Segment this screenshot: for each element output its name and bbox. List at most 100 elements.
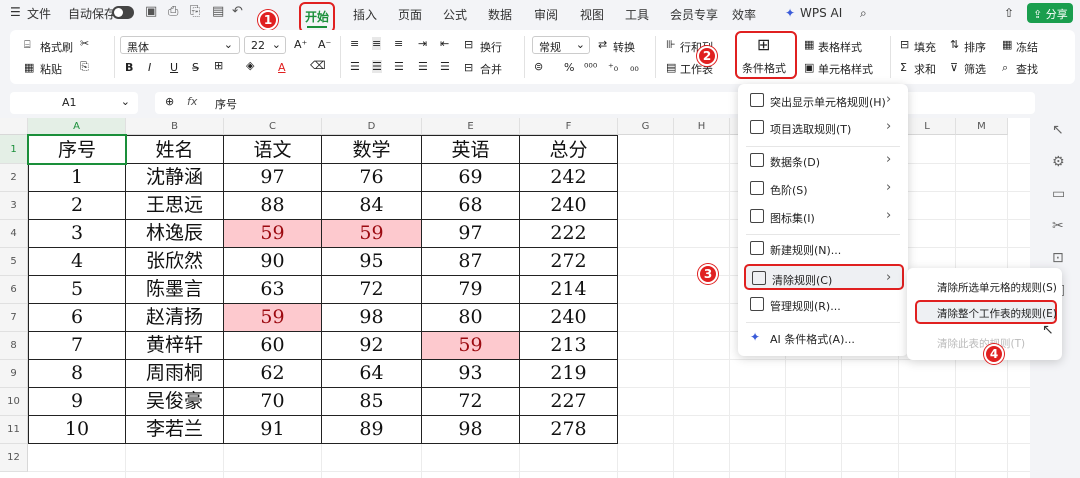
data-cell[interactable]: 59 <box>224 220 322 248</box>
fx-label[interactable]: fx <box>187 95 197 108</box>
data-cell[interactable]: 70 <box>224 388 322 416</box>
tab-tools[interactable]: 工具 <box>625 6 649 23</box>
align-bottom-icon[interactable]: ≡ <box>394 37 403 50</box>
data-cell[interactable]: 242 <box>520 164 618 192</box>
column-header[interactable]: M <box>956 118 1008 135</box>
sort-button[interactable]: 排序 <box>964 39 986 55</box>
data-cell[interactable]: 64 <box>322 360 422 388</box>
data-cell[interactable]: 76 <box>322 164 422 192</box>
row-header[interactable]: 12 <box>0 444 28 472</box>
cell-reference-box[interactable]: A1 ⌄ <box>10 92 138 114</box>
column-header[interactable]: A <box>28 118 126 135</box>
row-header[interactable]: 5 <box>0 248 28 276</box>
data-cell[interactable]: 68 <box>422 192 520 220</box>
file-menu[interactable]: 文件 <box>27 5 51 22</box>
search-icon[interactable]: ⌕ <box>860 6 867 21</box>
freeze-button[interactable]: 冻结 <box>1016 39 1038 55</box>
data-cell[interactable]: 63 <box>224 276 322 304</box>
row-header[interactable]: 8 <box>0 332 28 360</box>
data-cell[interactable]: 97 <box>224 164 322 192</box>
corner-cell[interactable] <box>0 118 28 135</box>
data-cell[interactable]: 72 <box>422 388 520 416</box>
row-header[interactable]: 4 <box>0 220 28 248</box>
decimal-increase-icon[interactable]: ⁺₀ <box>608 61 618 74</box>
comment-icon[interactable]: ▭ <box>1052 186 1065 202</box>
data-cell[interactable]: 85 <box>322 388 422 416</box>
filter-button[interactable]: 筛选 <box>964 61 986 77</box>
data-cell[interactable]: 79 <box>422 276 520 304</box>
data-cell[interactable]: 赵清扬 <box>126 304 224 332</box>
decimal-decrease-icon[interactable]: ₀₀ <box>630 61 639 74</box>
fill-button[interactable]: 填充 <box>914 39 936 55</box>
export-icon[interactable]: ⎙ <box>168 4 178 19</box>
data-cell[interactable]: 240 <box>520 192 618 220</box>
header-cell[interactable]: 总分 <box>520 135 618 164</box>
find-button[interactable]: 查找 <box>1016 61 1038 77</box>
header-cell[interactable]: 数学 <box>322 135 422 164</box>
cut-icon[interactable]: ✂ <box>80 37 89 50</box>
tab-efficiency[interactable]: 效率 <box>732 6 756 23</box>
row-header[interactable]: 2 <box>0 164 28 192</box>
cond-format-button[interactable]: ⊞ 条件格式 <box>735 31 797 79</box>
data-cell[interactable]: 69 <box>422 164 520 192</box>
table-style-button[interactable]: 表格样式 <box>818 39 862 55</box>
data-cell[interactable]: 90 <box>224 248 322 276</box>
data-cell[interactable]: 93 <box>422 360 520 388</box>
data-cell[interactable]: 95 <box>322 248 422 276</box>
font-size-select[interactable]: 22 ⌄ <box>244 36 286 54</box>
wrap-button[interactable]: 换行 <box>480 39 502 55</box>
align-right-icon[interactable]: ☰ <box>394 60 404 73</box>
data-cell[interactable]: 李若兰 <box>126 416 224 444</box>
menu-color-scales[interactable]: 色阶(S) › <box>738 176 908 202</box>
data-cell[interactable]: 98 <box>322 304 422 332</box>
menu-manage-rules[interactable]: 管理规则(R)... <box>738 292 908 318</box>
data-cell[interactable]: 周雨桐 <box>126 360 224 388</box>
strikethrough-icon[interactable]: S̶ <box>192 61 199 74</box>
font-name-select[interactable]: 黑体 ⌄ <box>120 36 240 54</box>
tab-home[interactable]: 开始 <box>299 2 335 33</box>
bold-button[interactable]: B <box>125 61 133 74</box>
data-cell[interactable]: 219 <box>520 360 618 388</box>
data-cell[interactable]: 98 <box>422 416 520 444</box>
data-cell[interactable]: 10 <box>28 416 126 444</box>
data-cell[interactable]: 213 <box>520 332 618 360</box>
row-header[interactable]: 1 <box>0 135 28 164</box>
zoom-icon[interactable]: ⊕ <box>165 95 174 108</box>
clear-selected-rules[interactable]: 清除所选单元格的规则(S) <box>937 280 1057 295</box>
menu-highlight-rules[interactable]: 突出显示单元格规则(H) › <box>738 88 908 114</box>
data-cell[interactable]: 沈静涵 <box>126 164 224 192</box>
align-top-icon[interactable]: ≡ <box>350 37 359 50</box>
column-header[interactable]: D <box>322 118 422 135</box>
settings-icon[interactable]: ⚙ <box>1052 154 1065 170</box>
data-cell[interactable]: 9 <box>28 388 126 416</box>
tab-formula[interactable]: 公式 <box>443 6 467 23</box>
column-header[interactable]: H <box>674 118 730 135</box>
column-header[interactable]: F <box>520 118 618 135</box>
header-cell[interactable]: 语文 <box>224 135 322 164</box>
data-cell[interactable]: 272 <box>520 248 618 276</box>
menu-data-bars[interactable]: 数据条(D) › <box>738 148 908 174</box>
data-cell[interactable]: 林逸辰 <box>126 220 224 248</box>
increase-font-icon[interactable]: A⁺ <box>294 38 307 51</box>
currency-icon[interactable]: ⊜ <box>534 60 543 73</box>
menu-new-rule[interactable]: 新建规则(N)... <box>738 236 908 262</box>
percent-button[interactable]: % <box>564 61 574 74</box>
undo-icon[interactable]: ↶ <box>232 4 243 19</box>
convert-button[interactable]: 转换 <box>613 39 635 55</box>
data-cell[interactable]: 72 <box>322 276 422 304</box>
copy-icon[interactable]: ⎘ <box>80 60 89 74</box>
data-cell[interactable]: 王思远 <box>126 192 224 220</box>
tab-review[interactable]: 审阅 <box>534 6 558 23</box>
decrease-font-icon[interactable]: A⁻ <box>318 38 331 51</box>
column-header[interactable]: G <box>618 118 674 135</box>
column-header[interactable]: B <box>126 118 224 135</box>
tools-icon[interactable]: ✂ <box>1052 218 1064 234</box>
justify-icon[interactable]: ☰ <box>418 60 428 73</box>
tab-insert[interactable]: 插入 <box>353 6 377 23</box>
data-cell[interactable]: 222 <box>520 220 618 248</box>
menu-icon-sets[interactable]: 图标集(I) › <box>738 204 908 230</box>
outdent-icon[interactable]: ⇤ <box>440 37 449 50</box>
share-button[interactable]: ⇪ 分享 <box>1027 3 1073 23</box>
indent-icon[interactable]: ⇥ <box>418 37 427 50</box>
data-cell[interactable]: 6 <box>28 304 126 332</box>
